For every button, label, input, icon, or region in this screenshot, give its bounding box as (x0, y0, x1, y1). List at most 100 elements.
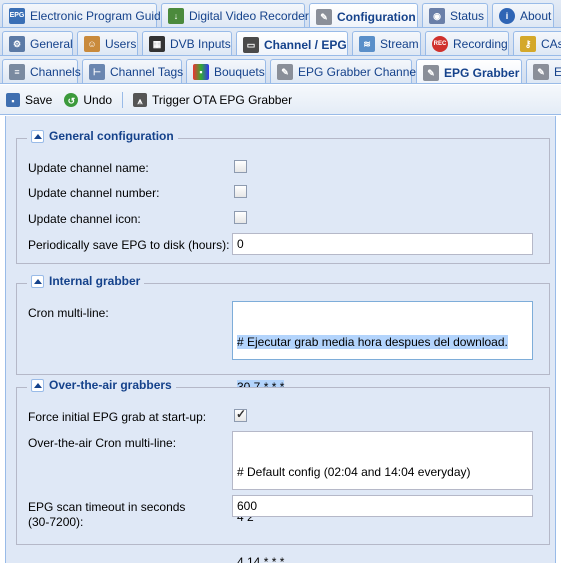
tab-label: Channel Tags (110, 65, 184, 79)
tab-label: Configuration (337, 9, 416, 24)
tab-dvb-inputs[interactable]: ▦ DVB Inputs (142, 31, 232, 55)
tab-epg-more[interactable]: ✎ EP (526, 59, 561, 83)
tab-channels[interactable]: ≡ Channels (2, 59, 81, 83)
config-tab-bar: ⚙ General ☺ Users ▦ DVB Inputs ▭ Channel… (0, 28, 561, 56)
cron-textarea[interactable]: # Ejecutar grab media hora despues del d… (232, 301, 533, 394)
tab-cas[interactable]: ⚷ CAs (513, 31, 561, 55)
wrench-icon: ✎ (533, 64, 549, 80)
collapse-toggle-icon[interactable] (31, 378, 44, 392)
tab-label: EP (554, 65, 561, 79)
epg-scan-timeout-input[interactable]: 600 (232, 495, 533, 517)
info-icon: i (499, 8, 515, 24)
channel-tab-bar: ≡ Channels ⊢ Channel Tags ▪ Bouquets ✎ E… (0, 56, 561, 84)
toolbar: ▪ Save ↺ Undo ⩚ Trigger OTA EPG Grabber (0, 85, 561, 115)
force-initial-grab-label: Force initial EPG grab at start-up: (28, 410, 207, 424)
tab-label: Digital Video Recorder (189, 9, 309, 23)
toolbar-separator (122, 91, 124, 108)
dvb-icon: ▦ (149, 36, 165, 52)
cron-line: # Ejecutar grab media hora despues del d… (237, 335, 508, 349)
trigger-label: Trigger OTA EPG Grabber (152, 92, 293, 107)
key-icon: ⚷ (520, 36, 536, 52)
tab-label: Channels (30, 65, 81, 79)
tab-bouquets[interactable]: ▪ Bouquets (186, 59, 266, 83)
tab-recording[interactable]: REC Recording (425, 31, 509, 55)
tv-icon: ▭ (243, 36, 259, 53)
tab-label: Electronic Program Guide (30, 9, 168, 23)
tab-general[interactable]: ⚙ General (2, 31, 73, 55)
tab-users[interactable]: ☺ Users (77, 31, 138, 55)
tab-label: DVB Inputs (170, 37, 231, 51)
cron-line: # Default config (02:04 and 14:04 everyd… (237, 465, 471, 479)
general-icon: ⚙ (9, 36, 25, 52)
tab-channel-tags[interactable]: ⊢ Channel Tags (82, 59, 184, 83)
tab-label: General (30, 37, 73, 51)
collapse-toggle-icon[interactable] (31, 129, 44, 143)
tab-stream[interactable]: ≋ Stream (352, 31, 421, 55)
channels-icon: ≡ (9, 64, 25, 80)
tags-icon: ⊢ (89, 64, 105, 80)
epg-icon: EPG (9, 8, 25, 24)
trigger-ota-button[interactable]: ⩚ Trigger OTA EPG Grabber (127, 89, 298, 111)
tab-epg-grabber[interactable]: ✎ EPG Grabber (416, 59, 522, 83)
tab-digital-video-recorder[interactable]: ↓ Digital Video Recorder (161, 3, 309, 27)
epg-grabber-form: General configuration Update channel nam… (5, 116, 556, 563)
group-title: Internal grabber (49, 274, 141, 288)
wrench-icon: ✎ (277, 64, 293, 80)
wrench-icon: ✎ (316, 8, 332, 25)
eye-icon: ◉ (429, 8, 445, 24)
update-channel-number-label: Update channel number: (28, 186, 160, 200)
tab-configuration[interactable]: ✎ Configuration (309, 3, 418, 27)
update-channel-name-label: Update channel name: (28, 161, 149, 175)
epg-scan-timeout-label: EPG scan timeout in seconds (28, 500, 186, 514)
tab-label: Status (450, 9, 485, 23)
undo-label: Undo (83, 92, 113, 107)
undo-icon: ↺ (64, 92, 79, 107)
force-initial-grab-checkbox[interactable] (234, 407, 247, 422)
tab-channel-epg[interactable]: ▭ Channel / EPG (236, 31, 348, 55)
save-button[interactable]: ▪ Save (0, 89, 58, 111)
cron-label: Cron multi-line: (28, 306, 109, 320)
antenna-icon: ⩚ (133, 92, 148, 107)
tab-label: Recording (453, 37, 508, 51)
tab-label: EPG Grabber (444, 65, 520, 80)
tab-status[interactable]: ◉ Status (422, 3, 488, 27)
tab-label: EPG Grabber Channels (298, 65, 425, 79)
ota-grabbers-legend: Over-the-air grabbers (27, 378, 176, 392)
bouquets-icon: ▪ (193, 64, 209, 80)
epg-scan-timeout-range: (30-7200): (28, 515, 84, 529)
update-channel-icon-label: Update channel icon: (28, 212, 141, 226)
save-label: Save (25, 92, 53, 107)
tab-label: Users (105, 37, 137, 51)
update-channel-name-checkbox[interactable] (234, 160, 247, 173)
ota-cron-label: Over-the-air Cron multi-line: (28, 436, 177, 450)
save-epg-hours-input[interactable]: 0 (232, 233, 533, 255)
ota-grabbers-group: Over-the-air grabbers Force initial EPG … (16, 378, 550, 563)
dvr-icon: ↓ (168, 8, 184, 24)
wrench-icon: ✎ (423, 64, 439, 81)
tab-label: Channel / EPG (264, 37, 347, 52)
main-tab-bar: EPG Electronic Program Guide ↓ Digital V… (0, 0, 561, 28)
save-icon: ▪ (6, 92, 20, 107)
stream-icon: ≋ (359, 36, 375, 52)
tab-epg-grabber-channels[interactable]: ✎ EPG Grabber Channels (270, 59, 425, 83)
tab-electronic-program-guide[interactable]: EPG Electronic Program Guide (2, 3, 167, 27)
users-icon: ☺ (84, 36, 100, 52)
ota-cron-textarea[interactable]: # Default config (02:04 and 14:04 everyd… (232, 431, 533, 563)
internal-grabber-legend: Internal grabber (27, 274, 145, 288)
undo-button[interactable]: ↺ Undo (58, 89, 118, 111)
cron-line: 4 14 * * * (237, 555, 285, 563)
internal-grabber-group: Internal grabber Cron multi-line: # Ejec… (16, 274, 550, 394)
group-title: Over-the-air grabbers (49, 378, 172, 392)
general-configuration-group: General configuration Update channel nam… (16, 129, 550, 264)
tab-label: About (520, 9, 552, 23)
group-title: General configuration (49, 129, 174, 143)
tab-about[interactable]: i About (492, 3, 554, 27)
general-configuration-legend: General configuration (27, 129, 178, 143)
tab-label: CAs (541, 37, 561, 51)
save-epg-hours-label: Periodically save EPG to disk (hours): (28, 238, 230, 252)
tab-label: Bouquets (214, 65, 265, 79)
update-channel-number-checkbox[interactable] (234, 185, 247, 198)
update-channel-icon-checkbox[interactable] (234, 211, 247, 224)
tab-label: Stream (380, 37, 419, 51)
collapse-toggle-icon[interactable] (31, 274, 44, 288)
